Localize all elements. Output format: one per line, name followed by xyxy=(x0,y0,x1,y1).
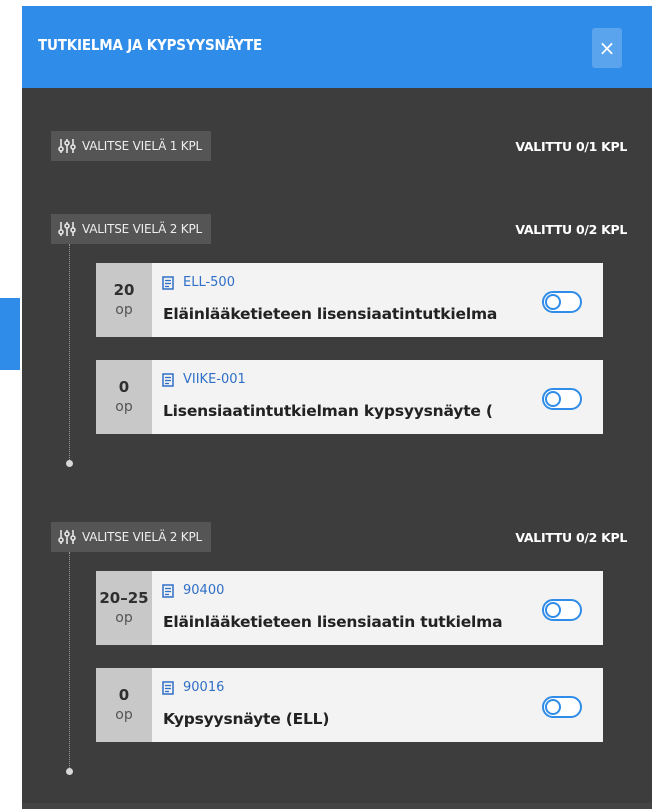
course-code-link[interactable]: VIIKE-001 xyxy=(183,372,246,387)
credit-value: 20 xyxy=(113,281,135,299)
toggle-knob xyxy=(545,391,561,407)
course-select-toggle[interactable] xyxy=(542,599,582,621)
credit-box: 0 op xyxy=(96,360,152,434)
course-name: Kypsyysnäyte (ELL) xyxy=(163,710,330,728)
course-code-link[interactable]: ELL-500 xyxy=(183,275,235,290)
document-icon xyxy=(162,583,174,598)
credit-value: 20–25 xyxy=(99,589,149,607)
group-connector-line xyxy=(69,552,70,770)
course-name: Eläinlääketieteen lisensiaatintutkielma xyxy=(163,305,498,323)
rule-chip: VALITSE VIELÄ 1 KPL xyxy=(51,131,211,161)
modal-header: TUTKIELMA JA KYPSYYSNÄYTE × xyxy=(22,6,652,88)
course-card-90400[interactable]: 20–25 op 90400 Eläinlääketieteen lisensi… xyxy=(96,571,603,645)
sliders-icon xyxy=(58,138,76,154)
document-icon xyxy=(162,372,174,387)
credit-value: 0 xyxy=(118,686,130,704)
selected-count: VALITTU 0/2 KPL xyxy=(515,530,627,545)
selected-count: VALITTU 0/1 KPL xyxy=(515,139,627,154)
group-connector-line xyxy=(69,244,70,462)
rule-chip-label: VALITSE VIELÄ 2 KPL xyxy=(82,530,202,544)
course-card-90016[interactable]: 0 op 90016 Kypsyysnäyte (ELL) xyxy=(96,668,603,742)
course-code-link[interactable]: 90016 xyxy=(183,680,224,695)
document-icon xyxy=(162,680,174,695)
course-selection-modal: TUTKIELMA JA KYPSYYSNÄYTE × VALITSE VIEL… xyxy=(22,6,652,809)
course-name: Lisensiaatintutkielman kypsyysnäyte ( xyxy=(163,402,493,420)
course-card-viike-001[interactable]: 0 op VIIKE-001 Lisensiaatintutkielman ky… xyxy=(96,360,603,434)
credit-unit: op xyxy=(115,302,133,318)
credit-value: 0 xyxy=(118,378,130,396)
modal-title: TUTKIELMA JA KYPSYYSNÄYTE xyxy=(38,36,262,54)
course-select-toggle[interactable] xyxy=(542,388,582,410)
credit-box: 20 op xyxy=(96,263,152,337)
selected-count: VALITTU 0/2 KPL xyxy=(515,222,627,237)
document-icon xyxy=(162,275,174,290)
rule-chip: VALITSE VIELÄ 2 KPL xyxy=(51,522,211,552)
modal-bottom-edge xyxy=(22,803,652,809)
rule-chip: VALITSE VIELÄ 2 KPL xyxy=(51,214,211,244)
toggle-knob xyxy=(545,699,561,715)
course-select-toggle[interactable] xyxy=(542,291,582,313)
course-card-ell-500[interactable]: 20 op ELL-500 Eläinlääketieteen lisensia… xyxy=(96,263,603,337)
group-end-dot xyxy=(66,460,73,467)
toggle-knob xyxy=(545,294,561,310)
sliders-icon xyxy=(58,529,76,545)
close-icon: × xyxy=(598,36,616,60)
credit-unit: op xyxy=(115,610,133,626)
course-name: Eläinlääketieteen lisensiaatin tutkielma xyxy=(163,613,503,631)
toggle-knob xyxy=(545,602,561,618)
credit-unit: op xyxy=(115,399,133,415)
course-select-toggle[interactable] xyxy=(542,696,582,718)
sliders-icon xyxy=(58,221,76,237)
group-end-dot xyxy=(66,768,73,775)
close-button[interactable]: × xyxy=(592,28,622,68)
rule-chip-label: VALITSE VIELÄ 1 KPL xyxy=(82,139,202,153)
credit-unit: op xyxy=(115,707,133,723)
background-side-tab xyxy=(0,298,20,370)
rule-chip-label: VALITSE VIELÄ 2 KPL xyxy=(82,222,202,236)
course-code-link[interactable]: 90400 xyxy=(183,583,224,598)
credit-box: 20–25 op xyxy=(96,571,152,645)
credit-box: 0 op xyxy=(96,668,152,742)
